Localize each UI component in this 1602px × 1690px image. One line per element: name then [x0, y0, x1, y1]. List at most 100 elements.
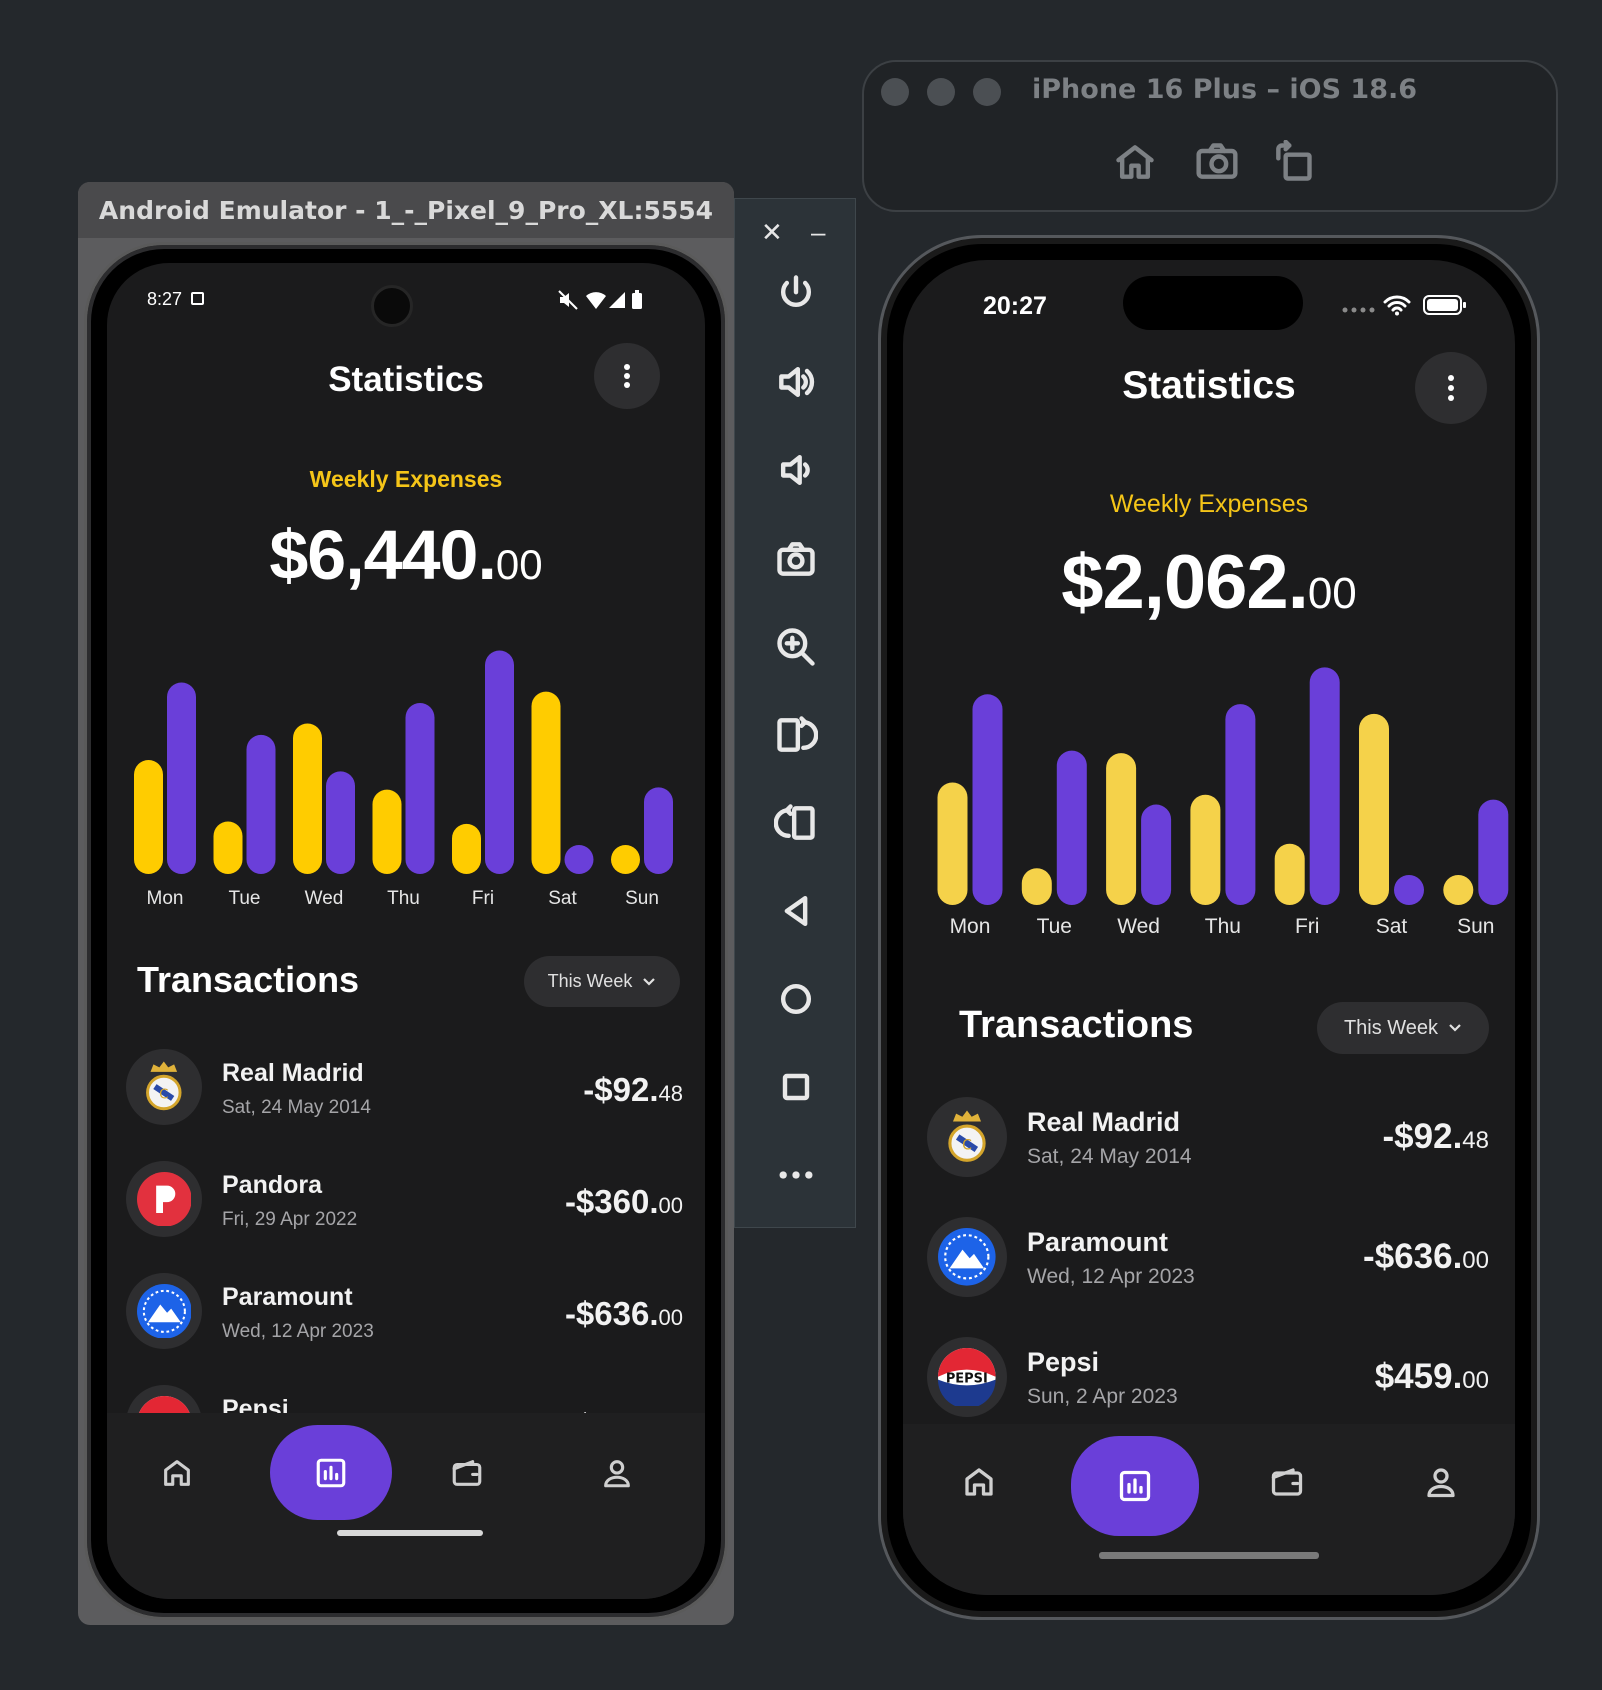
- x-axis-label: Sun: [625, 888, 659, 908]
- bar-sat-series-2: [1394, 875, 1424, 905]
- transaction-row[interactable]: C Real Madrid Sat, 24 May 2014 -$92.48: [903, 1097, 1515, 1217]
- chart-icon: [316, 1458, 346, 1487]
- screenshot-button[interactable]: [770, 533, 822, 585]
- x-axis-label: Mon: [147, 888, 184, 908]
- total-whole: $2,062.: [1061, 540, 1309, 625]
- window-close-button[interactable]: [881, 78, 909, 106]
- range-dropdown-label: This Week: [1343, 1016, 1439, 1039]
- amount-cents: 48: [1462, 1127, 1489, 1154]
- paramount-logo: [927, 1217, 1007, 1297]
- profile-icon: [604, 1460, 630, 1488]
- android-window-title: Android Emulator - 1_-_Pixel_9_Pro_XL:55…: [78, 182, 734, 238]
- x-axis-label: Thu: [1205, 915, 1241, 933]
- bar-thu-series-1: [1190, 794, 1221, 905]
- back-button[interactable]: [770, 885, 822, 937]
- range-dropdown-label: This Week: [547, 971, 633, 991]
- x-axis-label: Fri: [1295, 915, 1320, 933]
- home-button[interactable]: [770, 973, 822, 1025]
- transaction-row[interactable]: C Real Madrid Sat, 24 May 2014 -$92.48: [107, 1049, 705, 1161]
- total-cents: 00: [495, 541, 543, 588]
- nav-home[interactable]: [147, 1443, 207, 1503]
- volume-up-icon: [779, 366, 815, 398]
- transaction-row[interactable]: Paramount Wed, 12 Apr 2023 -$636.00: [107, 1273, 705, 1385]
- more-options-button[interactable]: [1415, 352, 1487, 424]
- home-indicator[interactable]: [1099, 1552, 1319, 1559]
- transaction-amount: -$636.00: [1363, 1237, 1489, 1277]
- gesture-bar[interactable]: [337, 1530, 483, 1536]
- zoom-in-icon: [777, 628, 815, 666]
- amount-whole: $459.: [1374, 1357, 1463, 1396]
- signal-icon: [1342, 307, 1375, 313]
- more-vertical-icon: [624, 364, 630, 388]
- amount-whole: -$360.: [564, 1183, 659, 1220]
- nav-statistics[interactable]: [270, 1425, 392, 1520]
- weekly-expenses-label: Weekly Expenses: [309, 466, 503, 492]
- amount-cents: 00: [1462, 1247, 1489, 1274]
- sim-rotate-button[interactable]: [1269, 138, 1317, 186]
- home-icon: [164, 1460, 190, 1486]
- bottom-navigation: [107, 1413, 705, 1599]
- profile-icon: [1427, 1468, 1455, 1498]
- minimize-icon[interactable]: –: [811, 219, 825, 245]
- overview-button[interactable]: [770, 1061, 822, 1113]
- sim-screenshot-button[interactable]: [1193, 138, 1241, 186]
- nav-profile[interactable]: [587, 1443, 647, 1503]
- bar-tue-series-2: [1056, 750, 1087, 905]
- home-icon: [1116, 145, 1154, 179]
- transactions-heading: Transactions: [137, 959, 360, 1000]
- paramount-logo: [126, 1273, 202, 1349]
- bar-mon-series-1: [937, 782, 968, 905]
- pepsi-logo: PEPSI: [927, 1337, 1007, 1417]
- wifi-icon: [586, 292, 606, 309]
- bar-sat-series-1: [1359, 713, 1389, 905]
- range-dropdown-button[interactable]: This Week: [524, 956, 680, 1007]
- more-button[interactable]: [770, 1149, 822, 1201]
- more-options-button[interactable]: [594, 343, 660, 409]
- range-dropdown-button[interactable]: This Week: [1317, 1002, 1489, 1054]
- close-icon[interactable]: ✕: [761, 219, 783, 245]
- chart-icon: [1119, 1470, 1151, 1502]
- rotate-right-button[interactable]: [770, 709, 822, 761]
- amount-whole: -$636.: [1363, 1237, 1463, 1276]
- volume-up-button[interactable]: [770, 356, 822, 408]
- battery-icon: [632, 290, 642, 309]
- bar-sat-series-1: [531, 691, 561, 874]
- ios-device-frame: 20:27 Statistics Weekly Expenses $2,062.…: [878, 235, 1540, 1620]
- transaction-row[interactable]: Paramount Wed, 12 Apr 2023 -$636.00: [903, 1217, 1515, 1337]
- sim-home-button[interactable]: [1111, 138, 1159, 186]
- volume-down-button[interactable]: [770, 444, 822, 496]
- x-axis-label: Sat: [1376, 915, 1408, 933]
- rotate-left-icon: [774, 804, 815, 840]
- emulator-toolbar: ✕ –: [734, 198, 856, 1228]
- chevron-down-icon: [643, 977, 656, 986]
- bar-sun-series-2: [644, 787, 673, 874]
- transaction-date: Wed, 12 Apr 2023: [222, 1321, 374, 1342]
- bar-thu-series-2: [405, 703, 435, 874]
- transaction-row[interactable]: Pandora Fri, 29 Apr 2022 -$360.00: [107, 1161, 705, 1273]
- nav-wallet[interactable]: [437, 1443, 497, 1503]
- notification-icon: [191, 292, 204, 305]
- power-button[interactable]: [770, 268, 822, 320]
- rotate-icon: [1276, 140, 1312, 181]
- window-zoom-button[interactable]: [973, 78, 1001, 106]
- bar-fri-series-2: [1309, 667, 1340, 905]
- nav-statistics[interactable]: [1071, 1436, 1199, 1536]
- total-cents: 00: [1307, 569, 1357, 618]
- ios-simulator-window: iPhone 16 Plus – iOS 18.6: [862, 60, 1558, 212]
- rotate-left-button[interactable]: [770, 797, 822, 849]
- transaction-name: Paramount: [1027, 1227, 1169, 1257]
- transaction-row[interactable]: PEPSI Pepsi Sun, 2 Apr 2023 $459.00: [903, 1337, 1515, 1432]
- amount-whole: -$92.: [583, 1071, 659, 1108]
- transaction-date: Wed, 12 Apr 2023: [1027, 1265, 1195, 1288]
- nav-profile[interactable]: [1411, 1452, 1471, 1512]
- nav-wallet[interactable]: [1257, 1452, 1317, 1512]
- transaction-amount: $459.00: [1375, 1357, 1489, 1397]
- transaction-amount: -$636.00: [565, 1295, 683, 1333]
- zoom-button[interactable]: [770, 621, 822, 673]
- window-minimize-button[interactable]: [927, 78, 955, 106]
- nav-home[interactable]: [949, 1452, 1009, 1512]
- chevron-down-icon: [1449, 1024, 1461, 1032]
- bar-wed-series-2: [1141, 804, 1172, 905]
- transactions-list: C Real Madrid Sat, 24 May 2014 -$92.48 Param…: [903, 1097, 1515, 1432]
- bar-wed-series-1: [293, 723, 322, 874]
